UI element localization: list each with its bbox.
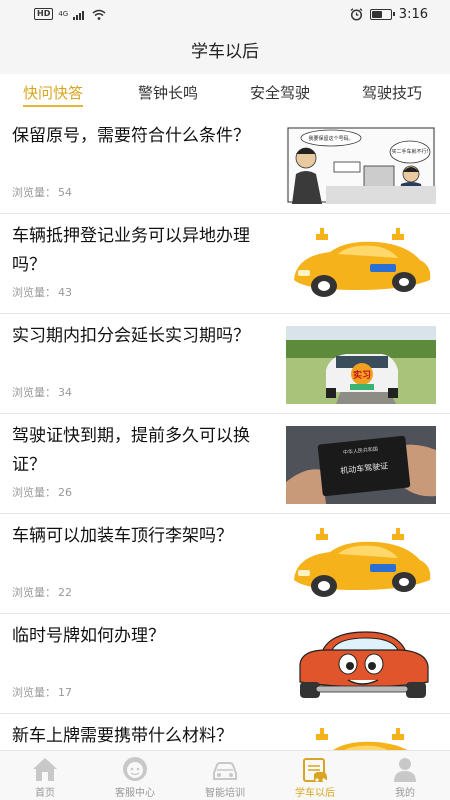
view-count-label: 浏览量： <box>12 286 56 299</box>
yellow-car-thumbnail <box>286 226 436 304</box>
article-title: 车辆抵押登记业务可以异地办理吗？ <box>12 226 250 275</box>
comic-plate-thumbnail: 我要保留这个号码。 买二手车就不行! <box>286 126 436 204</box>
status-left: HD 4G <box>34 8 106 20</box>
network-type: 4G <box>58 10 69 18</box>
nav-smart-training[interactable]: 智能培训 <box>180 751 270 800</box>
intern-sign-text: 实习 <box>353 369 371 381</box>
tab-label: 警钟长鸣 <box>138 84 199 102</box>
status-bar: HD 4G 3:16 <box>0 0 450 30</box>
yellow-car-thumbnail <box>286 726 436 750</box>
article-item[interactable]: 车辆抵押登记业务可以异地办理吗？ 浏览量： 43 <box>0 214 450 314</box>
intern-car-thumbnail: 实习 <box>286 326 436 404</box>
nav-customer-service[interactable]: 客服中心 <box>90 751 180 800</box>
view-count-value: 26 <box>58 486 72 499</box>
category-tabs: 快问快答 警钟长鸣 安全驾驶 驾驶技巧 <box>0 74 450 114</box>
license-thumbnail: 中华人民共和国 机动车驾驶证 <box>286 426 436 504</box>
nav-label: 客服中心 <box>115 788 155 799</box>
view-count: 浏览量： 22 <box>12 584 74 600</box>
article-item[interactable]: 临时号牌如何办理？ 浏览量： 17 <box>0 614 450 714</box>
view-count: 浏览量： 54 <box>12 184 74 200</box>
view-count-value: 22 <box>58 586 72 599</box>
view-count: 浏览量： 26 <box>12 484 74 500</box>
alarm-icon <box>350 8 363 21</box>
nav-label: 学车以后 <box>295 788 335 799</box>
customer-service-icon <box>123 757 147 781</box>
view-count-label: 浏览量： <box>12 486 56 499</box>
view-count-label: 浏览量： <box>12 586 56 599</box>
user-icon <box>394 758 416 782</box>
view-count: 浏览量： 17 <box>12 684 74 700</box>
tab-safe-driving[interactable]: 安全驾驶 <box>250 74 310 114</box>
tab-label: 快问快答 <box>23 84 84 102</box>
view-count-label: 浏览量： <box>12 686 56 699</box>
article-item[interactable]: 保留原号，需要符合什么条件？ 浏览量： 54 我要保留这个号码。 买二手车就不行! <box>0 114 450 214</box>
tab-driving-tips[interactable]: 驾驶技巧 <box>362 74 422 114</box>
battery-icon <box>369 9 395 20</box>
comic-bubble-text: 买二手车就不行! <box>391 148 428 155</box>
nav-home[interactable]: 首页 <box>0 751 90 800</box>
view-count-label: 浏览量： <box>12 386 56 399</box>
home-icon <box>33 758 57 781</box>
nav-label: 首页 <box>35 788 55 799</box>
status-right: 3:16 <box>350 7 428 22</box>
page-title: 学车以后 <box>0 30 450 74</box>
clock: 3:16 <box>398 7 428 22</box>
hd-badge: HD <box>34 8 54 20</box>
after-driving-icon <box>303 758 327 782</box>
tab-label: 驾驶技巧 <box>362 84 423 102</box>
bottom-nav: 首页 客服中心 智能培训 学车以后 我的 <box>0 750 450 800</box>
article-title: 保留原号，需要符合什么条件？ <box>12 126 250 146</box>
nav-label: 我的 <box>395 788 415 799</box>
article-title: 车辆可以加装车顶行李架吗？ <box>12 526 233 546</box>
view-count: 浏览量： 43 <box>12 284 74 300</box>
active-tab-indicator <box>23 105 84 107</box>
article-title: 实习期内扣分会延长实习期吗？ <box>12 326 250 346</box>
article-item[interactable]: 实习期内扣分会延长实习期吗？ 浏览量： 34 实习 <box>0 314 450 414</box>
nav-mine[interactable]: 我的 <box>360 751 450 800</box>
article-item[interactable]: 车辆可以加装车顶行李架吗？ 浏览量： 22 <box>0 514 450 614</box>
article-title: 新车上牌需要携带什么材料？ <box>12 726 233 746</box>
signal-icon <box>73 10 85 20</box>
view-count-value: 43 <box>58 286 72 299</box>
wifi-icon <box>92 9 106 20</box>
tab-warnings[interactable]: 警钟长鸣 <box>138 74 198 114</box>
nav-label: 智能培训 <box>205 788 245 799</box>
tab-label: 安全驾驶 <box>250 84 311 102</box>
view-count-value: 17 <box>58 686 72 699</box>
article-item[interactable]: 新车上牌需要携带什么材料？ <box>0 714 450 750</box>
tab-quick-qa[interactable]: 快问快答 <box>23 74 84 114</box>
view-count-value: 54 <box>58 186 72 199</box>
comic-bubble-text: 我要保留这个号码。 <box>308 135 353 142</box>
nav-after-driving[interactable]: 学车以后 <box>270 751 360 800</box>
article-title: 驾驶证快到期，提前多久可以换证？ <box>12 426 250 475</box>
yellow-car-thumbnail <box>286 526 436 604</box>
article-list: 保留原号，需要符合什么条件？ 浏览量： 54 我要保留这个号码。 买二手车就不行! <box>0 114 450 750</box>
red-car-thumbnail <box>286 626 436 704</box>
car-training-icon <box>213 762 237 780</box>
article-title: 临时号牌如何办理？ <box>12 626 165 646</box>
view-count: 浏览量： 34 <box>12 384 74 400</box>
article-item[interactable]: 驾驶证快到期，提前多久可以换证？ 浏览量： 26 中华人民共和国 机动车驾驶证 <box>0 414 450 514</box>
view-count-value: 34 <box>58 386 72 399</box>
view-count-label: 浏览量： <box>12 186 56 199</box>
